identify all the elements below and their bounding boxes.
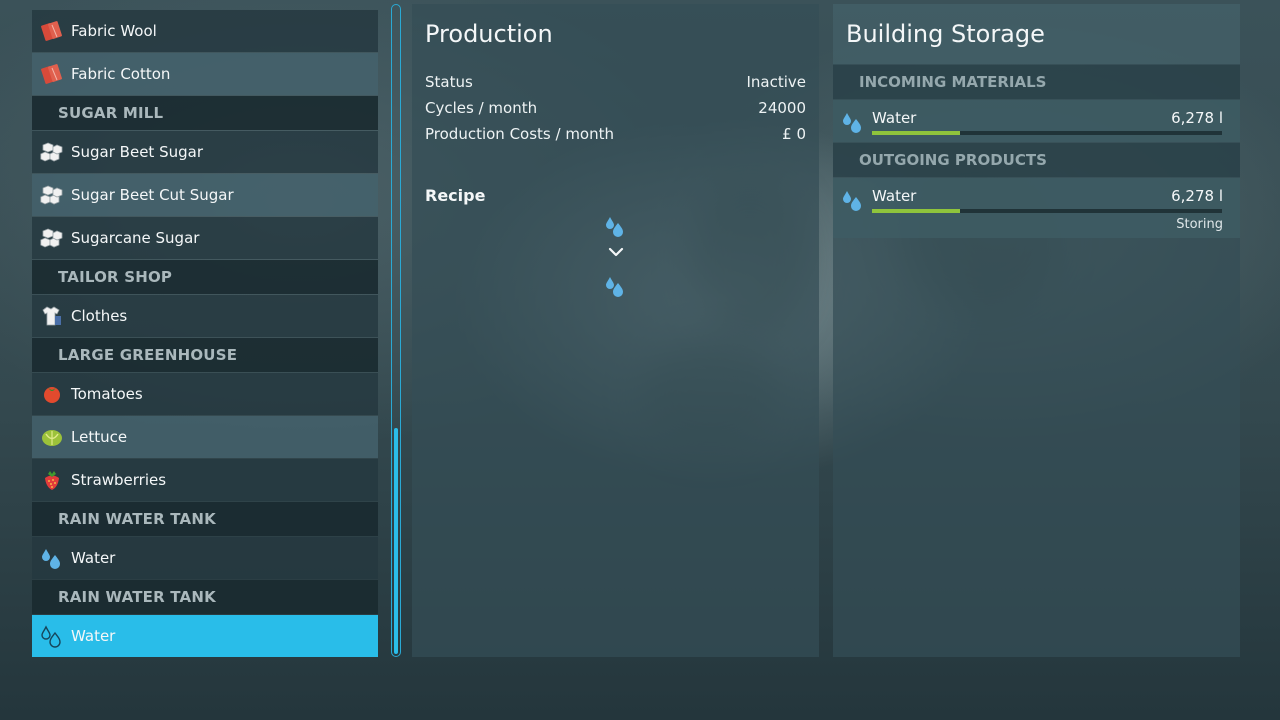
sugar-cubes-icon: [40, 140, 64, 164]
cycles-row: Cycles / month 24000: [425, 99, 806, 117]
list-item-label: Strawberries: [71, 471, 167, 489]
costs-row: Production Costs / month £ 0: [425, 125, 806, 143]
list-section-label: SUGAR MILL: [58, 104, 164, 122]
list-item-label: Water: [71, 549, 116, 567]
lettuce-icon: [40, 425, 64, 449]
production-list: Fabric Wool Fabric Cotton SUGAR MILL Sugar …: [32, 0, 378, 657]
list-item-label: Water: [71, 627, 116, 645]
list-item[interactable]: Clothes: [32, 295, 378, 337]
outgoing-products-header: OUTGOING PRODUCTS: [833, 143, 1240, 177]
outgoing-item-amount: 6,278 l: [1171, 187, 1223, 205]
recipe-input-water-icon: [606, 217, 623, 237]
list-item[interactable]: Sugar Beet Cut Sugar: [32, 174, 378, 216]
list-section-header: RAIN WATER TANK: [32, 580, 378, 614]
list-item-selected[interactable]: Water: [32, 615, 378, 657]
list-scrollbar-thumb[interactable]: [394, 428, 398, 654]
production-panel: Production Status Inactive Cycles / mont…: [412, 4, 819, 657]
list-section-header: LARGE GREENHOUSE: [32, 338, 378, 372]
building-storage-panel: Building Storage INCOMING MATERIALS Wate…: [833, 4, 1240, 657]
list-item-label: Clothes: [71, 307, 128, 325]
list-item-label: Sugarcane Sugar: [71, 229, 200, 247]
sugar-cubes-icon: [40, 226, 64, 250]
cycles-label: Cycles / month: [425, 99, 538, 117]
incoming-fill-bar: [872, 131, 1222, 135]
recipe-label: Recipe: [425, 186, 486, 205]
storage-title: Building Storage: [846, 20, 1045, 48]
costs-label: Production Costs / month: [425, 125, 615, 143]
list-item-label: Sugar Beet Sugar: [71, 143, 203, 161]
outgoing-fill-level: [872, 209, 960, 213]
incoming-fill-level: [872, 131, 960, 135]
outgoing-item-name: Water: [872, 187, 917, 205]
storage-header: Building Storage: [833, 4, 1240, 64]
cycles-value: 24000: [758, 99, 806, 117]
clothes-icon: [40, 304, 64, 328]
water-drops-icon: [40, 624, 64, 648]
outgoing-products-label: OUTGOING PRODUCTS: [859, 151, 1047, 169]
recipe-arrow-down-icon: [608, 247, 624, 257]
incoming-item-name: Water: [872, 109, 917, 127]
incoming-water-row[interactable]: Water 6,278 l: [833, 100, 1240, 142]
list-section-header: TAILOR SHOP: [32, 260, 378, 294]
sugar-cubes-icon: [40, 183, 64, 207]
list-section-label: RAIN WATER TANK: [58, 510, 216, 528]
strawberry-icon: [40, 468, 64, 492]
list-section-label: TAILOR SHOP: [58, 268, 173, 286]
outgoing-fill-bar: [872, 209, 1222, 213]
water-drops-icon: [843, 191, 861, 211]
list-item-label: Sugar Beet Cut Sugar: [71, 186, 234, 204]
list-section-header: SUGAR MILL: [32, 96, 378, 130]
list-item[interactable]: Sugar Beet Sugar: [32, 131, 378, 173]
water-drops-icon: [40, 546, 64, 570]
outgoing-status: Storing: [1176, 217, 1223, 232]
list-scrollbar[interactable]: [391, 4, 401, 657]
list-item[interactable]: Fabric Wool: [32, 10, 378, 52]
list-item[interactable]: Water: [32, 537, 378, 579]
list-item-label: Fabric Wool: [71, 22, 157, 40]
outgoing-water-row[interactable]: Water 6,278 l Storing: [833, 178, 1240, 238]
water-drops-icon: [843, 113, 861, 133]
list-item[interactable]: Fabric Cotton: [32, 53, 378, 95]
list-section-header: RAIN WATER TANK: [32, 502, 378, 536]
status-row: Status Inactive: [425, 73, 806, 91]
recipe-output-water-icon: [606, 277, 623, 297]
list-section-label: LARGE GREENHOUSE: [58, 346, 238, 364]
status-value: Inactive: [746, 73, 806, 91]
list-section-label: RAIN WATER TANK: [58, 588, 216, 606]
tomato-icon: [40, 382, 64, 406]
status-label: Status: [425, 73, 473, 91]
list-item[interactable]: Lettuce: [32, 416, 378, 458]
fabric-icon: [40, 19, 64, 43]
list-item[interactable]: Sugarcane Sugar: [32, 217, 378, 259]
list-item-label: Lettuce: [71, 428, 128, 446]
list-item[interactable]: Tomatoes: [32, 373, 378, 415]
list-item-label: Fabric Cotton: [71, 65, 171, 83]
fabric-icon: [40, 62, 64, 86]
incoming-materials-label: INCOMING MATERIALS: [859, 73, 1047, 91]
costs-value: £ 0: [782, 125, 806, 143]
production-title: Production: [425, 20, 553, 48]
list-item-label: Tomatoes: [71, 385, 143, 403]
incoming-materials-header: INCOMING MATERIALS: [833, 65, 1240, 99]
list-item[interactable]: Strawberries: [32, 459, 378, 501]
incoming-item-amount: 6,278 l: [1171, 109, 1223, 127]
